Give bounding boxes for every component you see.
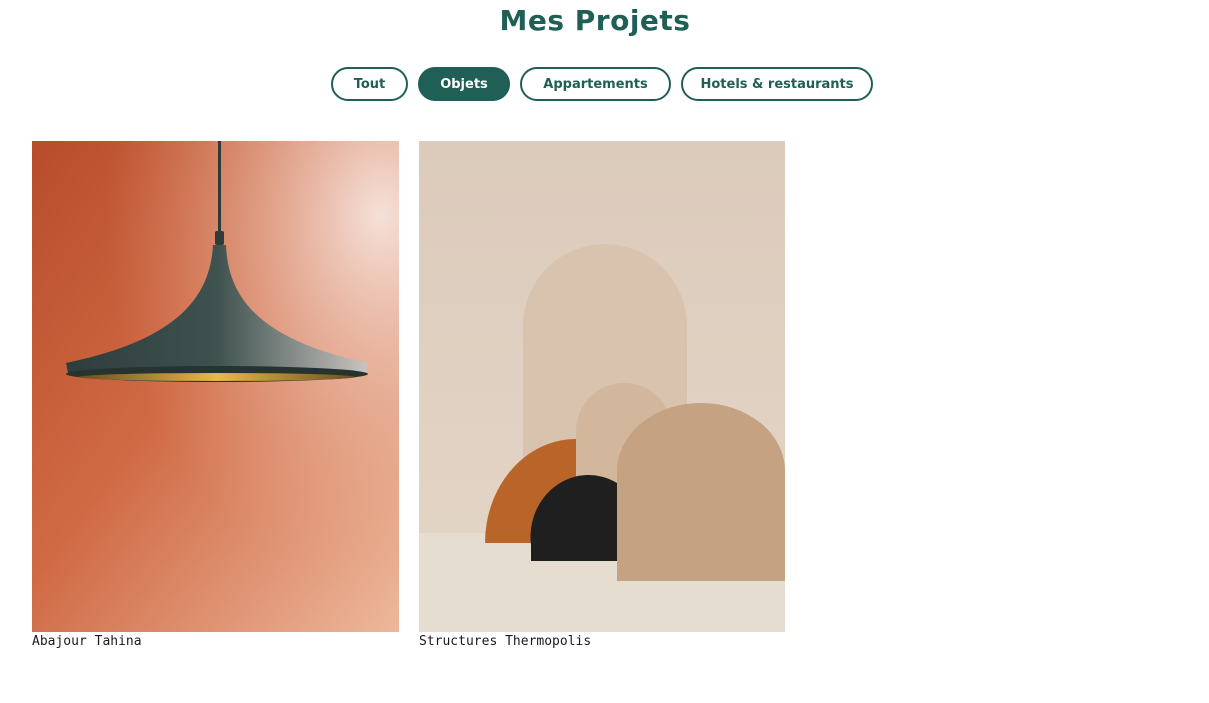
- project-title[interactable]: Structures Thermopolis: [419, 633, 785, 651]
- project-image-lamp[interactable]: [32, 141, 399, 632]
- filter-appartements-button[interactable]: Appartements: [520, 67, 671, 101]
- project-title[interactable]: Abajour Tahina: [32, 633, 399, 651]
- project-card-abajour-tahina[interactable]: Abajour Tahina: [32, 141, 399, 651]
- project-card-structures-thermopolis[interactable]: Structures Thermopolis: [419, 141, 785, 651]
- filter-tout-button[interactable]: Tout: [331, 67, 408, 101]
- filter-objets-button[interactable]: Objets: [418, 67, 510, 101]
- filter-hotels-restaurants-button[interactable]: Hotels & restaurants: [681, 67, 873, 101]
- page-title: Mes Projets: [499, 4, 691, 37]
- project-image-structures[interactable]: [419, 141, 785, 632]
